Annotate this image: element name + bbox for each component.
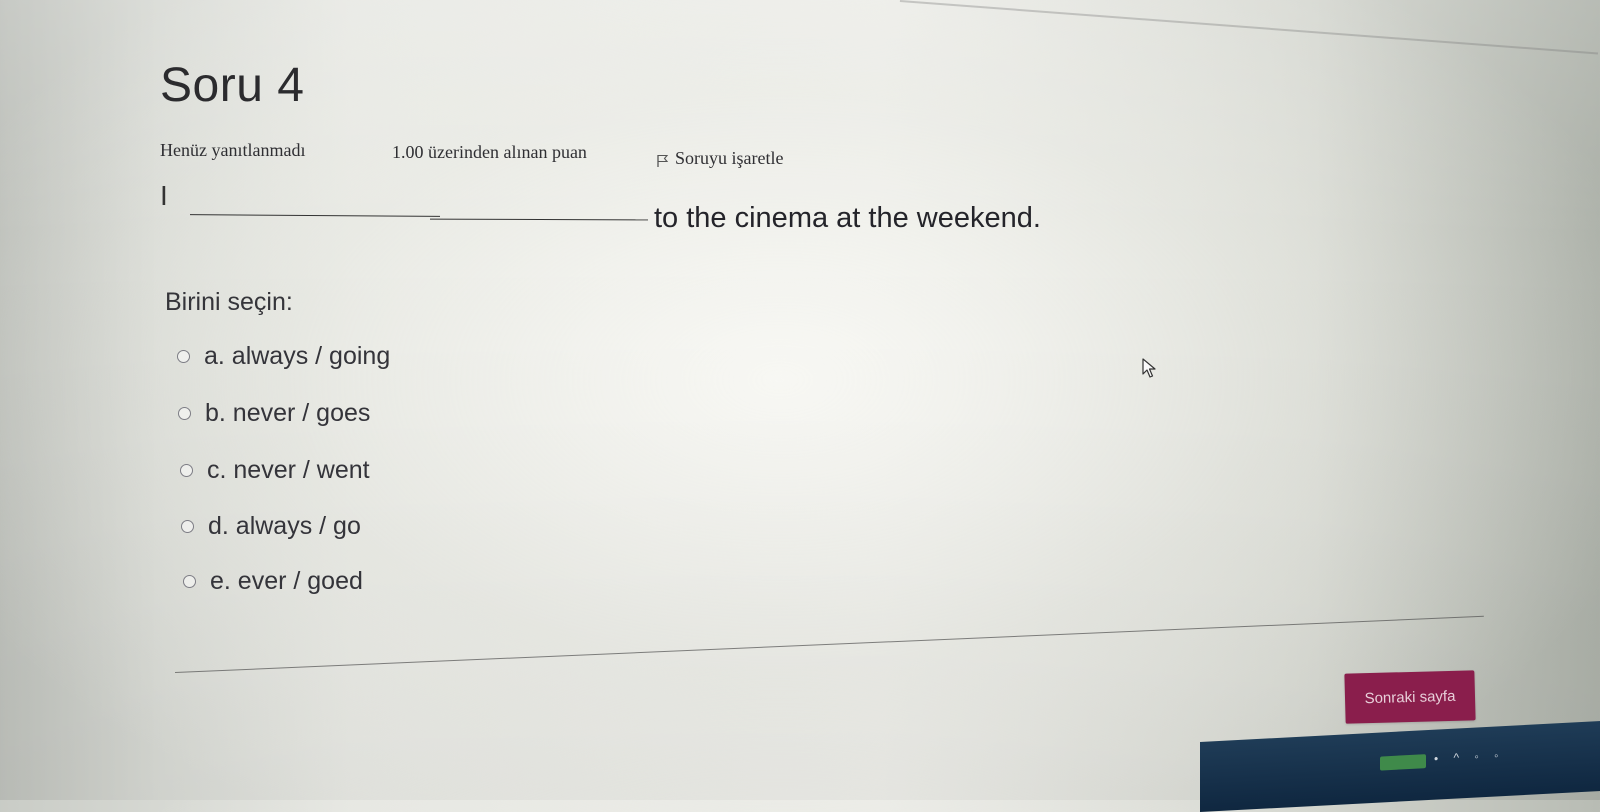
blank-1 xyxy=(189,214,441,217)
answer-option-c[interactable]: c. never / went xyxy=(180,456,370,485)
question-text: I to the cinema at the weekend. xyxy=(160,180,1160,240)
sentence-end: to the cinema at the weekend. xyxy=(654,202,1041,234)
tray-icons: • ^ ◦ ◦ xyxy=(1434,748,1505,766)
answer-option-d[interactable]: d. always / go xyxy=(181,512,361,541)
sentence-start: I xyxy=(160,180,168,211)
taskbar-app-icon[interactable] xyxy=(1380,754,1426,771)
radio-button[interactable] xyxy=(183,575,196,588)
answer-option-a[interactable]: a. always / going xyxy=(177,342,390,371)
answer-option-b[interactable]: b. never / goes xyxy=(178,399,370,428)
divider xyxy=(175,615,1484,673)
points-info: 1.00 üzerinden alınan puan xyxy=(392,142,587,162)
radio-button[interactable] xyxy=(181,520,194,533)
answer-label: b. never / goes xyxy=(205,399,371,427)
answer-option-e[interactable]: e. ever / goed xyxy=(183,567,363,596)
choose-one-prompt: Birini seçin: xyxy=(165,288,293,316)
radio-button[interactable] xyxy=(178,407,191,420)
answer-label: c. never / went xyxy=(207,456,370,484)
flag-question-link[interactable]: Soruyu işaretle xyxy=(657,148,783,169)
question-title: Soru 4 xyxy=(160,59,305,112)
answer-label: d. always / go xyxy=(208,512,361,540)
answer-label: a. always / going xyxy=(204,342,391,370)
next-page-button[interactable]: Sonraki sayfa xyxy=(1344,670,1476,724)
mouse-cursor-icon xyxy=(1142,358,1156,378)
blank-2 xyxy=(429,218,649,221)
flag-label: Soruyu işaretle xyxy=(675,148,784,168)
flag-icon xyxy=(657,152,669,167)
taskbar: • ^ ◦ ◦ xyxy=(1200,719,1600,812)
answer-label: e. ever / goed xyxy=(210,567,363,595)
radio-button[interactable] xyxy=(177,350,190,363)
radio-button[interactable] xyxy=(180,464,193,477)
answer-status: Henüz yanıtlanmadı xyxy=(160,140,306,160)
quiz-page: Soru 4 Henüz yanıtlanmadı 1.00 üzerinden… xyxy=(0,0,1600,812)
